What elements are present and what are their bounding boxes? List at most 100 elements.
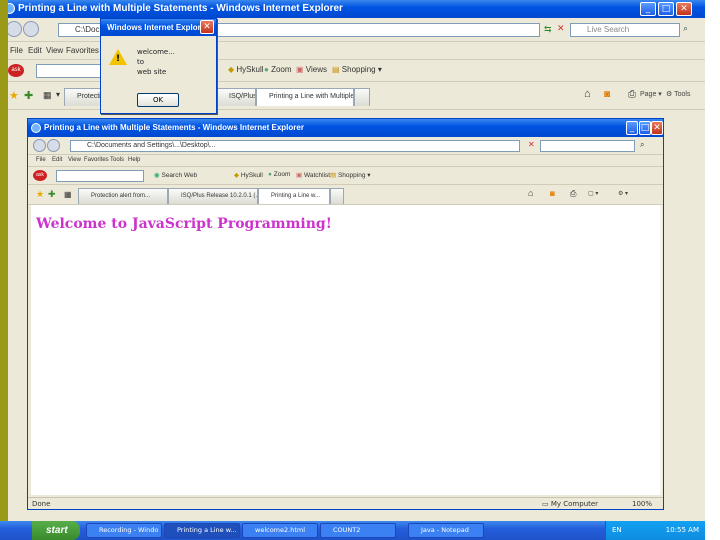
inner-shopping-icon: ▤ (330, 172, 337, 179)
inner-favorites-star-icon[interactable]: ★ (36, 189, 44, 200)
toolbar-zoom[interactable]: ● Zoom (264, 65, 292, 74)
status-zoom[interactable]: 100% (632, 499, 652, 509)
start-button[interactable]: start (32, 521, 80, 540)
outer-tab-protection[interactable]: Protection (64, 88, 102, 106)
page-heading: Welcome to JavaScript Programming! (36, 216, 332, 232)
add-favorite-icon[interactable]: ✚ (24, 89, 33, 102)
taskbar-item-count2[interactable]: COUNT2 (320, 523, 396, 538)
inner-title-bar[interactable]: Printing a Line with Multiple Statements… (28, 119, 663, 137)
inner-minimize-button[interactable]: _ (626, 121, 638, 135)
outer-maximize-button[interactable]: □ (658, 2, 674, 16)
dialog-title-bar[interactable]: Windows Internet Explorer (101, 19, 216, 36)
inner-stop-icon[interactable]: ✕ (528, 140, 535, 149)
outer-tab-new[interactable] (354, 88, 370, 106)
inner-tab-printing[interactable]: Printing a Line w... (258, 188, 330, 204)
toolbar-hyskull[interactable]: ◆ HySkull (228, 65, 264, 74)
inner-add-favorite-icon[interactable]: ✚ (48, 189, 56, 200)
inner-toolbar-watchlist[interactable]: ▣ Watchlist (296, 171, 330, 179)
inner-toolbar-shopping[interactable]: ▤ Shopping ▾ (330, 171, 371, 179)
inner-forward-button[interactable] (47, 139, 60, 152)
outer-title-bar[interactable]: Printing a Line with Multiple Statements… (0, 0, 705, 18)
inner-tab-isqlplus[interactable]: ISQ/Plus Release 10.2.0.1 (... (168, 188, 258, 204)
toolbar-views[interactable]: ▣ Views (296, 65, 327, 74)
inner-tab-new[interactable] (330, 188, 344, 204)
taskbar-item-notepad[interactable]: Java - Notepad (408, 523, 484, 538)
inner-menu-help[interactable]: Help (128, 157, 140, 163)
inner-toolbar-search[interactable] (56, 170, 144, 182)
inner-page-menu[interactable]: ▢ ▾ (588, 190, 598, 197)
inner-menu-view[interactable]: View (68, 157, 81, 163)
inner-window-title: Printing a Line with Multiple Statements… (44, 123, 304, 132)
dialog-close-button[interactable]: ✕ (200, 20, 214, 34)
computer-icon: ▭ (542, 500, 549, 508)
taskbar-item-recording[interactable]: Recording - Windo (86, 523, 162, 538)
toolbar-shopping[interactable]: ▤ Shopping ▾ (332, 65, 382, 74)
outer-minimize-button[interactable]: _ (640, 2, 656, 16)
inner-address-input[interactable]: C:\Documents and Settings\...\Desktop\..… (70, 140, 520, 152)
outer-toolbar-search[interactable] (36, 64, 106, 78)
dialog-ok-button[interactable]: OK (137, 93, 179, 107)
search-web-label: Search Web (161, 172, 198, 179)
inner-toolbar-zoom[interactable]: ● Zoom (268, 171, 290, 178)
home-icon[interactable]: ⌂ (584, 88, 591, 100)
inner-print-icon[interactable]: ⎙ (570, 189, 576, 199)
dialog-title: Windows Internet Explorer (107, 23, 209, 32)
outer-window-title: Printing a Line with Multiple Statements… (18, 3, 343, 14)
tab-dropdown-icon[interactable]: ▾ (56, 90, 60, 99)
hyskull-label: HySkull (236, 65, 264, 74)
inner-ask-icon[interactable]: ask (33, 170, 47, 181)
inner-feeds-icon[interactable]: ◙ (550, 189, 555, 198)
outer-close-button[interactable]: ✕ (676, 2, 692, 16)
outer-tab-printing[interactable]: Printing a Line with Multiple... (256, 88, 354, 106)
inner-maximize-button[interactable]: □ (639, 121, 651, 135)
tray-clock[interactable]: 10:55 AM (666, 526, 699, 534)
inner-home-icon[interactable]: ⌂ (528, 188, 533, 198)
menu-file[interactable]: File (10, 46, 23, 55)
inner-search-input[interactable] (540, 140, 635, 152)
favorites-star-icon[interactable]: ★ (9, 89, 19, 102)
outer-tab-isqlplus[interactable]: ISQ/Plus Release 10.2.0.1 (... (216, 88, 256, 106)
outer-search-input[interactable]: Live Search (570, 23, 680, 37)
ask-icon[interactable]: ask (8, 64, 24, 77)
go-icon[interactable]: ⇆ (544, 24, 552, 35)
start-label: start (46, 525, 68, 536)
watchlist-label: Watchlist (303, 172, 331, 179)
warning-exclamation: ! (116, 54, 121, 64)
inner-tab-protection[interactable]: Protection alert from... (78, 188, 168, 204)
page-menu-label: Page (640, 91, 657, 98)
inner-search-icon[interactable]: ⌕ (640, 140, 644, 150)
stop-icon[interactable]: ✕ (557, 23, 565, 34)
inner-close-button[interactable]: ✕ (651, 121, 663, 135)
inner-shopping-label: Shopping (337, 172, 366, 179)
inner-back-button[interactable] (33, 139, 46, 152)
shopping-icon: ▤ (332, 65, 340, 74)
forward-button[interactable] (23, 21, 39, 37)
shopping-label: Shopping (341, 65, 376, 74)
tray-language[interactable]: EN (612, 521, 622, 540)
back-button[interactable] (6, 21, 22, 37)
inner-menu-bar: File Edit View Favorites Tools Help (28, 155, 663, 167)
inner-address-bar: C:\Documents and Settings\...\Desktop\..… (28, 137, 663, 155)
feeds-icon[interactable]: ◙ (604, 89, 610, 100)
inner-tab-list-icon[interactable]: ▦ (64, 190, 72, 199)
inner-tools-menu[interactable]: ⚙ ▾ (618, 190, 628, 197)
menu-edit[interactable]: Edit (28, 46, 42, 55)
inner-menu-file[interactable]: File (36, 157, 46, 163)
search-icon[interactable]: ⌕ (683, 23, 688, 34)
inner-menu-favorites[interactable]: Favorites (84, 157, 109, 163)
inner-hyskull-label: HySkull (240, 172, 263, 179)
tools-menu[interactable]: ⚙ Tools (666, 90, 690, 98)
inner-hyskull-icon: ◆ (234, 172, 239, 179)
inner-toolbar-hyskull[interactable]: ◆ HySkull (234, 171, 263, 179)
menu-view[interactable]: View (46, 46, 63, 55)
inner-menu-tools[interactable]: Tools (110, 157, 124, 163)
inner-search-web[interactable]: ◉ Search Web (154, 171, 197, 179)
menu-favorites[interactable]: Favorites (66, 46, 99, 55)
taskbar-item-printing[interactable]: Printing a Line w... (164, 523, 240, 538)
page-menu[interactable]: Page ▾ (640, 90, 662, 98)
tab-list-icon[interactable]: ▦ (43, 90, 52, 101)
print-icon[interactable]: ⎙ (628, 89, 636, 100)
inner-menu-edit[interactable]: Edit (52, 157, 62, 163)
inner-status-bar: Done ▭ My Computer 100% (28, 497, 663, 509)
taskbar-item-welcome2[interactable]: welcome2.html (242, 523, 318, 538)
